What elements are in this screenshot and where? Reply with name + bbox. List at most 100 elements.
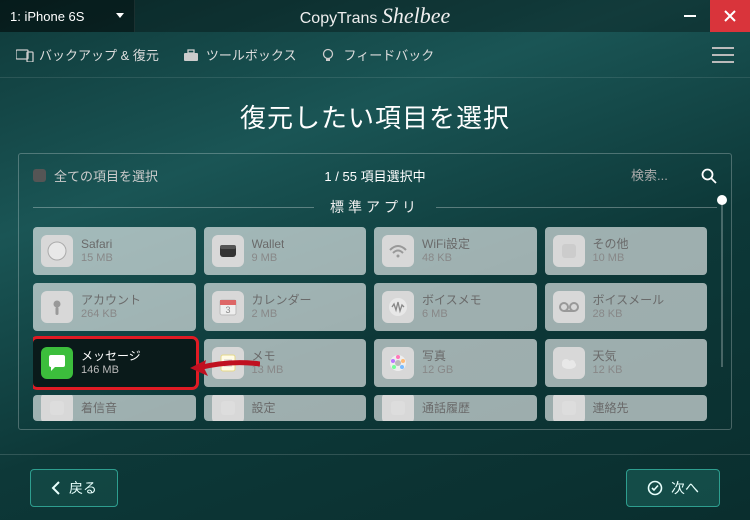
- tile-size: 12 GB: [422, 364, 453, 377]
- scrollbar-thumb[interactable]: [717, 195, 727, 205]
- tile-name: 着信音: [81, 401, 117, 415]
- tab-label: バックアップ & 復元: [39, 45, 159, 64]
- tile-grid: Safari15 MBWallet9 MBWiFi設定48 KBその他10 MB…: [33, 227, 717, 421]
- tile-name: Safari: [81, 237, 113, 251]
- tile-item[interactable]: 天気12 KB: [545, 339, 708, 387]
- device-selector[interactable]: 1: iPhone 6S: [0, 0, 135, 32]
- message-icon: [41, 347, 73, 379]
- tile-item[interactable]: 3 カレンダー2 MB: [204, 283, 367, 331]
- tile-name: 通話履歴: [422, 401, 470, 415]
- tile-item[interactable]: Safari15 MB: [33, 227, 196, 275]
- tile-name: メッセージ: [81, 349, 141, 363]
- tile-size: 2 MB: [252, 308, 312, 321]
- page-title: 復元したい項目を選択: [0, 98, 750, 135]
- tile-item[interactable]: WiFi設定48 KB: [374, 227, 537, 275]
- svg-text:3: 3: [225, 305, 230, 315]
- device-label: 1: iPhone 6S: [10, 9, 84, 24]
- back-label: 戻る: [69, 478, 97, 498]
- tab-label: ツールボックス: [206, 45, 297, 64]
- tile-name: 連絡先: [593, 401, 629, 415]
- wifi-icon: [382, 235, 414, 267]
- tile-name: WiFi設定: [422, 237, 470, 251]
- wallet-icon: [212, 235, 244, 267]
- search-wrap: [631, 168, 717, 184]
- account-icon: [41, 291, 73, 323]
- tile-item[interactable]: メモ13 MB: [204, 339, 367, 387]
- tile-size: 48 KB: [422, 252, 470, 265]
- tile-size: 13 MB: [252, 364, 284, 377]
- tile-name: その他: [593, 237, 629, 251]
- tile-item[interactable]: ボイスメモ6 MB: [374, 283, 537, 331]
- memo-icon: [212, 347, 244, 379]
- tile-item[interactable]: その他10 MB: [545, 227, 708, 275]
- select-all-label: 全ての項目を選択: [54, 166, 158, 185]
- tile-name: 天気: [593, 349, 623, 363]
- safari-icon: [41, 235, 73, 267]
- tile-name: ボイスメール: [593, 293, 665, 307]
- tile-item[interactable]: アカウント264 KB: [33, 283, 196, 331]
- close-button[interactable]: [710, 0, 750, 32]
- tile-item[interactable]: Wallet9 MB: [204, 227, 367, 275]
- scrollbar-track[interactable]: [721, 197, 723, 367]
- other-icon: [553, 235, 585, 267]
- select-all-checkbox[interactable]: 全ての項目を選択: [33, 166, 158, 185]
- menu-button[interactable]: [712, 47, 734, 63]
- panel-header: 全ての項目を選択 1 / 55 項目選択中: [33, 166, 717, 185]
- footer: 戻る 次へ: [0, 454, 750, 520]
- tile-size: 146 MB: [81, 364, 141, 377]
- section-title: 標準アプリ: [33, 197, 717, 217]
- generic-icon: [41, 395, 73, 421]
- tile-item[interactable]: ボイスメール28 KB: [545, 283, 708, 331]
- minimize-button[interactable]: [670, 0, 710, 32]
- check-circle-icon: [647, 480, 663, 496]
- titlebar: 1: iPhone 6S CopyTrans Shelbee: [0, 0, 750, 32]
- checkbox-icon: [33, 169, 46, 182]
- generic-icon: [382, 395, 414, 421]
- voicemail-icon: [553, 291, 585, 323]
- tile-name: Wallet: [252, 237, 285, 251]
- tile-name: 写真: [422, 349, 453, 363]
- tab-toolbox[interactable]: ツールボックス: [183, 45, 297, 64]
- generic-icon: [212, 395, 244, 421]
- tile-name: 設定: [252, 401, 276, 415]
- photo-icon: [382, 347, 414, 379]
- search-icon[interactable]: [701, 168, 717, 184]
- tile-name: アカウント: [81, 293, 141, 307]
- tile-name: メモ: [252, 349, 284, 363]
- tile-item[interactable]: 通話履歴: [374, 395, 537, 421]
- chevron-left-icon: [51, 481, 61, 495]
- search-input[interactable]: [631, 168, 691, 183]
- tab-label: フィードバック: [344, 45, 435, 64]
- tile-name: カレンダー: [252, 293, 312, 307]
- tile-item[interactable]: 連絡先: [545, 395, 708, 421]
- tile-size: 10 MB: [593, 252, 629, 265]
- tab-backup-restore[interactable]: バックアップ & 復元: [16, 45, 159, 64]
- tile-size: 28 KB: [593, 308, 665, 321]
- app-title: CopyTrans Shelbee: [300, 3, 451, 29]
- selection-count: 1 / 55 項目選択中: [324, 166, 425, 185]
- tile-size: 264 KB: [81, 308, 141, 321]
- calendar-icon: 3: [212, 291, 244, 323]
- back-button[interactable]: 戻る: [30, 469, 118, 507]
- devices-icon: [16, 48, 32, 62]
- tile-size: 9 MB: [252, 252, 285, 265]
- tab-feedback[interactable]: フィードバック: [321, 45, 435, 64]
- generic-icon: [553, 395, 585, 421]
- tile-item[interactable]: メッセージ146 MB: [33, 339, 196, 387]
- toolbox-icon: [183, 48, 199, 62]
- bulb-icon: [321, 48, 337, 62]
- weather-icon: [553, 347, 585, 379]
- tile-item[interactable]: 設定: [204, 395, 367, 421]
- selection-panel: 全ての項目を選択 1 / 55 項目選択中 標準アプリ Safari15 MBW…: [18, 153, 732, 430]
- next-label: 次へ: [671, 478, 699, 498]
- tile-size: 12 KB: [593, 364, 623, 377]
- tile-size: 15 MB: [81, 252, 113, 265]
- tile-item[interactable]: 着信音: [33, 395, 196, 421]
- tile-size: 6 MB: [422, 308, 482, 321]
- next-button[interactable]: 次へ: [626, 469, 720, 507]
- window-controls: [670, 0, 750, 32]
- tile-item[interactable]: 写真12 GB: [374, 339, 537, 387]
- tile-name: ボイスメモ: [422, 293, 482, 307]
- voice-icon: [382, 291, 414, 323]
- toolbar: バックアップ & 復元 ツールボックス フィードバック: [0, 32, 750, 78]
